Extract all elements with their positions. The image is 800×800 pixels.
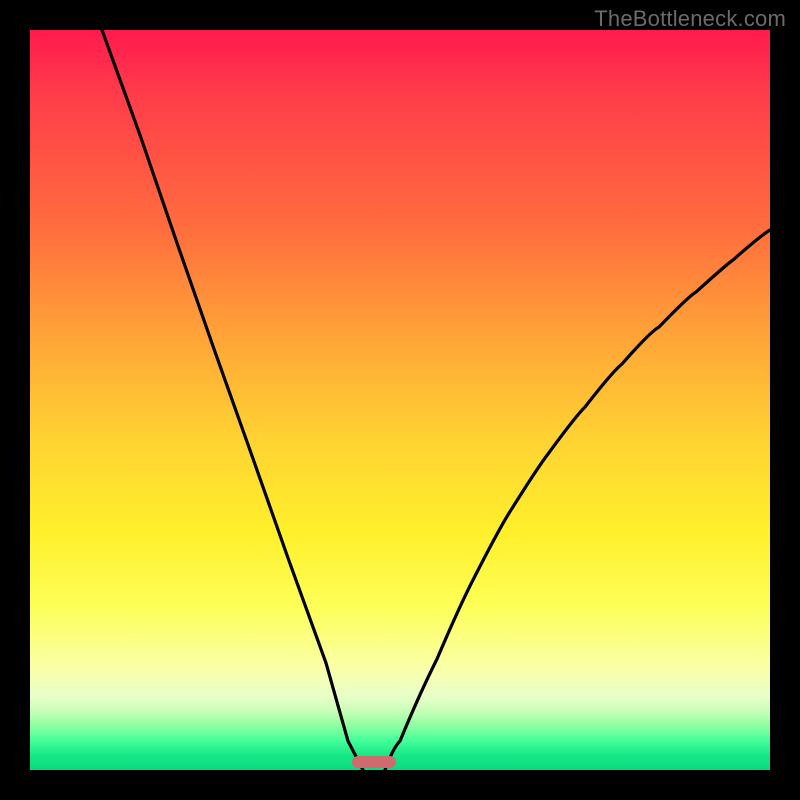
curve-right-branch bbox=[385, 230, 770, 770]
min-marker bbox=[352, 756, 396, 768]
curve-left-branch bbox=[102, 30, 363, 770]
chart-plot-area bbox=[30, 30, 770, 770]
chart-frame: TheBottleneck.com bbox=[0, 0, 800, 800]
watermark-text: TheBottleneck.com bbox=[594, 6, 786, 32]
bottleneck-curve bbox=[30, 30, 770, 770]
